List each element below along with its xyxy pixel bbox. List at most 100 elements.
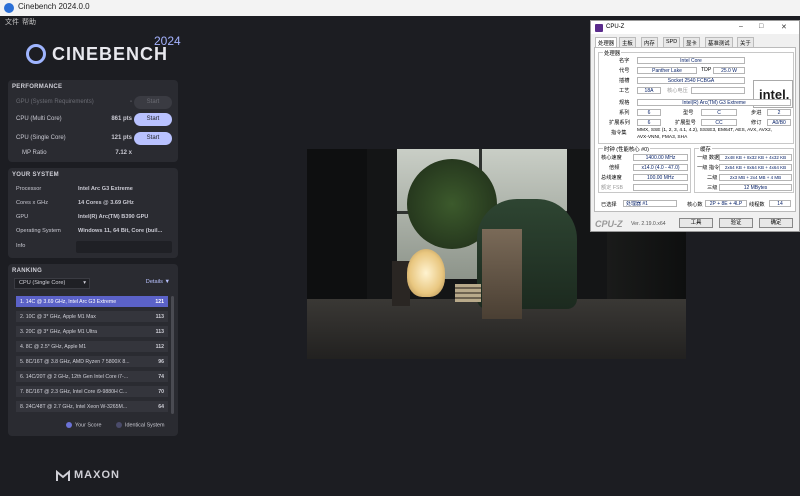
ranking-row-name: 6. 14C/20T @ 2 GHz, 12th Gen Intel Core …	[20, 373, 129, 380]
maxon-m-icon	[56, 469, 70, 481]
technology-label: 工艺	[619, 88, 630, 94]
single-core-score: 121 pts	[111, 135, 132, 141]
system-panel: YOUR SYSTEM Processor Intel Arc G3 Extre…	[8, 168, 178, 258]
menu-help[interactable]: 帮助	[22, 17, 36, 27]
system-row: Operating System Windows 11, 64 Bit, Cor…	[8, 226, 178, 238]
tab-mainboard[interactable]: 主板	[619, 37, 636, 47]
mp-ratio-label: MP Ratio	[22, 150, 47, 156]
logo-year: 2024	[154, 34, 181, 48]
threads-label: 线程数	[749, 202, 765, 208]
close-icon[interactable]: ✕	[781, 23, 787, 31]
render-lamp	[407, 249, 445, 297]
tools-button[interactable]: 工具	[679, 218, 713, 228]
processor-value: Intel Arc G3 Extreme	[78, 186, 133, 192]
ranking-row-name: 4. 8C @ 2.5* GHz, Apple M1	[20, 343, 87, 350]
cpuz-title-bar: CPU-Z – □ ✕	[591, 21, 799, 34]
cores-value: 14 Cores @ 3.69 GHz	[78, 200, 134, 206]
ext-model-value: CC	[701, 119, 737, 126]
validate-button[interactable]: 验证	[719, 218, 753, 228]
ranking-row-name: 7. 8C/16T @ 2.3 GHz, Intel Core i9-9880H…	[20, 388, 128, 395]
tdp-value: 25.0 W	[713, 67, 745, 74]
l1-inst-value: 2x64 KB + 8x64 KB + 4x64 KB	[719, 164, 792, 171]
family-value: 6	[637, 109, 661, 116]
legend-your-score: Your Score	[66, 422, 101, 428]
cores-label: Cores x GHz	[16, 200, 49, 206]
ranking-row[interactable]: 4. 8C @ 2.5* GHz, Apple M1 112	[16, 341, 168, 352]
ranking-row[interactable]: 1. 14C @ 3.69 GHz, Intel Arc G3 Extreme 1…	[16, 296, 168, 307]
ranking-row[interactable]: 3. 20C @ 3* GHz, Apple M1 Ultra 113	[16, 326, 168, 337]
spec-value: Intel(R) Arc(TM) G3 Extreme	[637, 99, 791, 106]
fsb-value	[633, 184, 688, 191]
ranking-row-score: 121	[155, 298, 164, 305]
ranking-row[interactable]: 5. 8C/16T @ 3.8 GHz, AMD Ryzen 7 5800X 8…	[16, 356, 168, 367]
system-row: GPU Intel(R) Arc(TM) B390 GPU	[8, 212, 178, 224]
cpuz-app-icon	[595, 24, 603, 32]
bus-speed-value: 100.00 MHz	[633, 174, 688, 181]
ok-button[interactable]: 确定	[759, 218, 793, 228]
family-label: 系列	[619, 110, 630, 116]
cinebench-app-icon	[4, 3, 14, 13]
instructions-line-2: AVX-VNNI, FMA3, SHA	[637, 135, 688, 140]
tab-graphics[interactable]: 显卡	[683, 37, 700, 47]
cpuz-title: CPU-Z	[606, 24, 625, 30]
ranking-row[interactable]: 8. 24C/48T @ 2.7 GHz, Intel Xeon W-3265M…	[16, 401, 168, 412]
voltage-value	[691, 87, 745, 94]
tab-spd[interactable]: SPD	[663, 37, 681, 47]
processor-select[interactable]: 处理器 #1	[623, 200, 677, 207]
selection-label: 已选择	[601, 202, 617, 208]
ext-family-label: 扩展系列	[609, 120, 630, 126]
core-speed-value: 1400.00 MHz	[633, 154, 688, 161]
spec-label: 规格	[619, 100, 630, 106]
tab-about[interactable]: 关于	[737, 37, 754, 47]
ranking-scrollbar[interactable]	[171, 296, 174, 414]
ranking-row[interactable]: 2. 10C @ 3* GHz, Apple M1 Max 113	[16, 311, 168, 322]
tab-memory[interactable]: 内存	[641, 37, 658, 47]
ranking-row-score: 70	[158, 388, 164, 395]
performance-heading: PERFORMANCE	[12, 84, 63, 90]
single-core-start-button[interactable]: Start	[134, 132, 172, 145]
gpu-info-label: GPU	[16, 214, 29, 220]
stepping-value: 2	[767, 109, 791, 116]
fsb-label: 额定 FSB	[601, 185, 623, 191]
gpu-start-button[interactable]: Start	[134, 96, 172, 109]
ranking-details-button[interactable]: Details ▼	[146, 279, 170, 285]
ranking-row[interactable]: 7. 8C/16T @ 2.3 GHz, Intel Core i9-9880H…	[16, 386, 168, 397]
l3-value: 12 MBytes	[719, 184, 792, 191]
legend-identical-label: Identical System	[125, 422, 165, 429]
tab-processor[interactable]: 处理器	[595, 37, 618, 47]
model-label: 型号	[683, 110, 694, 116]
info-field[interactable]	[76, 241, 172, 253]
details-label: Details	[145, 279, 163, 285]
filter-icon: ▼	[164, 279, 170, 285]
processor-select-value: 处理器 #1	[626, 201, 648, 207]
minimize-icon[interactable]: –	[739, 23, 743, 30]
maxon-text: MAXON	[74, 469, 120, 481]
ranking-row-score: 112	[155, 343, 164, 350]
ranking-type-select[interactable]: CPU (Single Core) ▾	[14, 278, 90, 289]
package-value: Socket 2540 FCBGA	[637, 77, 745, 84]
os-label: Operating System	[16, 228, 61, 234]
l3-label: 三级	[707, 185, 718, 191]
gpu-label: GPU (System Requirements)	[16, 99, 94, 105]
ext-family-value: 6	[637, 119, 661, 126]
render-blanket	[482, 229, 522, 319]
maximize-icon[interactable]: □	[759, 23, 763, 30]
voltage-label: 核心电压	[667, 88, 688, 94]
ranking-type-value: CPU (Single Core)	[19, 280, 66, 286]
mp-ratio-value: 7.12 x	[115, 150, 132, 156]
multi-core-start-button[interactable]: Start	[134, 113, 172, 126]
menu-file[interactable]: 文件	[5, 17, 19, 27]
ext-model-label: 扩展型号	[675, 120, 696, 126]
l1-data-value: 2x48 KB + 8x32 KB + 4x32 KB	[719, 154, 792, 161]
ranking-row[interactable]: 6. 14C/20T @ 2 GHz, 12th Gen Intel Core …	[16, 371, 168, 382]
technology-value: 18A	[637, 87, 661, 94]
identical-dot-icon	[116, 422, 122, 428]
ranking-row-score: 113	[155, 313, 164, 320]
instructions-label: 指令集	[611, 130, 627, 136]
multi-core-label: CPU (Multi Core)	[16, 116, 62, 122]
instructions-line-1: MMX, SSE (1, 2, 3, 4.1, 4.2), SSSE3, EM6…	[637, 128, 772, 133]
model-value: C	[701, 109, 737, 116]
tab-bench[interactable]: 基准测试	[705, 37, 733, 47]
your-score-dot-icon	[66, 422, 72, 428]
cinebench-logo: CINEBENCH 2024	[26, 34, 186, 70]
